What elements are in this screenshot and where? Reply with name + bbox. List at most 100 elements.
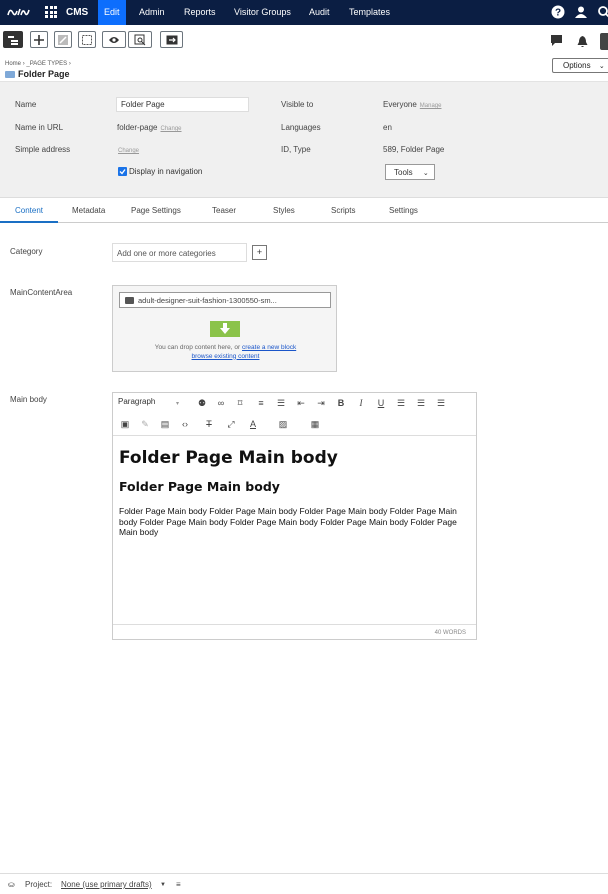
toggle-assets-pane-button[interactable] bbox=[600, 33, 608, 50]
user-icon[interactable] bbox=[574, 5, 588, 19]
nav-edit[interactable]: Edit bbox=[98, 0, 126, 25]
main-content-area-dropzone[interactable]: adult-designer-suit-fashion-1300550-sm..… bbox=[112, 285, 337, 372]
personalize-icon[interactable]: ⚉ bbox=[196, 397, 208, 409]
numbered-list-icon[interactable]: ≡ bbox=[255, 397, 267, 409]
preview-button[interactable] bbox=[102, 31, 126, 48]
content-area-item-label: adult-designer-suit-fashion-1300550-sm..… bbox=[138, 296, 277, 305]
new-content-button[interactable] bbox=[30, 31, 48, 48]
nav-audit[interactable]: Audit bbox=[303, 0, 336, 25]
align-center-icon[interactable]: ☰ bbox=[415, 397, 427, 409]
browse-existing-content-link[interactable]: browse existing content bbox=[192, 353, 260, 360]
align-right-icon[interactable]: ☰ bbox=[435, 397, 447, 409]
url-change-link[interactable]: Change bbox=[160, 126, 181, 132]
simple-address-label: Simple address bbox=[15, 145, 71, 154]
insert-image-icon[interactable]: ▣ bbox=[119, 418, 131, 430]
app-launcher-icon[interactable] bbox=[45, 6, 57, 18]
nav-reports[interactable]: Reports bbox=[178, 0, 222, 25]
format-value: Paragraph bbox=[118, 397, 156, 406]
rich-text-editor[interactable]: Paragraph ▾ ⚉ ∞ ⌑ ≡ ☰ ⇤ ⇥ B I U ☰ ☰ ☰ ▣ ✎… bbox=[112, 392, 477, 640]
bullet-list-icon[interactable]: ☰ bbox=[275, 397, 287, 409]
breadcrumb-home[interactable]: Home bbox=[5, 61, 21, 67]
simple-address-value: Change bbox=[115, 145, 139, 154]
image-icon bbox=[125, 297, 134, 304]
heading-1: Folder Page Main body bbox=[119, 448, 338, 468]
chevron-down-icon: ⌄ bbox=[422, 170, 429, 177]
text-color-icon[interactable]: A bbox=[247, 418, 259, 430]
source-code-icon[interactable]: ‹› bbox=[179, 418, 191, 430]
compare-button[interactable] bbox=[160, 31, 183, 48]
select-mode-button[interactable] bbox=[78, 31, 96, 48]
category-input[interactable]: Add one or more categories bbox=[112, 243, 247, 262]
tab-content[interactable]: Content bbox=[15, 206, 43, 215]
format-dropdown[interactable]: Paragraph ▾ bbox=[118, 397, 179, 407]
comments-icon[interactable] bbox=[550, 34, 563, 47]
id-type-value: 589, Folder Page bbox=[383, 145, 445, 154]
page-title: Folder Page bbox=[5, 69, 70, 79]
tab-styles[interactable]: Styles bbox=[273, 206, 295, 215]
chevron-down-icon: ⌄ bbox=[598, 63, 605, 70]
magnify-page-icon bbox=[134, 34, 146, 45]
underline-icon[interactable]: U bbox=[375, 397, 387, 409]
toggle-navigation-pane-button[interactable] bbox=[3, 31, 23, 48]
notifications-bell-icon[interactable] bbox=[576, 35, 589, 48]
outdent-icon[interactable]: ⇤ bbox=[295, 397, 307, 409]
breadcrumb-separator: › bbox=[68, 61, 71, 67]
bookmark-icon[interactable]: ⌑ bbox=[234, 397, 246, 409]
insert-media-icon[interactable]: ▤ bbox=[159, 418, 171, 430]
project-icon: ⛀ bbox=[8, 880, 15, 889]
add-category-button[interactable]: + bbox=[252, 245, 267, 260]
fullscreen-icon[interactable]: ⤢ bbox=[225, 418, 237, 430]
visible-to-manage-link[interactable]: Manage bbox=[420, 103, 442, 109]
background-color-icon[interactable]: ▨ bbox=[277, 418, 289, 430]
page-title-text: Folder Page bbox=[18, 69, 70, 79]
indent-icon[interactable]: ⇥ bbox=[315, 397, 327, 409]
simple-address-change-link[interactable]: Change bbox=[118, 148, 139, 154]
name-field[interactable]: Folder Page bbox=[116, 97, 249, 112]
name-in-url-label: Name in URL bbox=[15, 123, 64, 132]
content-area-item[interactable]: adult-designer-suit-fashion-1300550-sm..… bbox=[119, 292, 331, 308]
table-icon[interactable]: ▦ bbox=[309, 418, 321, 430]
tree-icon bbox=[8, 35, 18, 45]
checkbox-checked-icon bbox=[118, 167, 127, 176]
id-type-label: ID, Type bbox=[281, 145, 311, 154]
pencil-icon bbox=[58, 34, 68, 45]
display-in-navigation-checkbox[interactable]: Display in navigation bbox=[118, 167, 202, 176]
active-tab-indicator bbox=[0, 221, 58, 223]
options-button[interactable]: Options ⌄ bbox=[552, 58, 608, 73]
italic-icon[interactable]: I bbox=[355, 397, 367, 409]
project-bar: ⛀ Project: None (use primary drafts) ▼ ≡ bbox=[0, 873, 608, 894]
edit-mode-button[interactable] bbox=[54, 31, 72, 48]
product-name: CMS bbox=[66, 7, 89, 18]
clear-formatting-icon[interactable]: T bbox=[203, 418, 215, 430]
breadcrumb-page-types[interactable]: _PAGE TYPES bbox=[26, 61, 67, 67]
editor-content[interactable]: Folder Page Main body Folder Page Main b… bbox=[119, 448, 471, 538]
edit-image-icon[interactable]: ✎ bbox=[139, 418, 151, 430]
tab-teaser[interactable]: Teaser bbox=[212, 206, 236, 215]
tab-scripts[interactable]: Scripts bbox=[331, 206, 355, 215]
nav-visitor-groups[interactable]: Visitor Groups bbox=[228, 0, 297, 25]
project-selector[interactable]: None (use primary drafts) bbox=[61, 880, 152, 889]
compare-icon bbox=[166, 35, 177, 44]
tools-dropdown[interactable]: Tools ⌄ bbox=[385, 164, 435, 180]
chevron-down-icon[interactable]: ▼ bbox=[160, 882, 166, 888]
breadcrumb: Home › _PAGE TYPES › bbox=[5, 61, 71, 67]
align-left-icon[interactable]: ☰ bbox=[395, 397, 407, 409]
bold-icon[interactable]: B bbox=[335, 397, 347, 409]
project-menu-icon[interactable]: ≡ bbox=[176, 880, 181, 889]
display-in-navigation-label: Display in navigation bbox=[129, 167, 203, 176]
heading-2: Folder Page Main body bbox=[119, 479, 280, 494]
epi-logo-icon[interactable] bbox=[6, 5, 32, 19]
nav-templates[interactable]: Templates bbox=[343, 0, 396, 25]
help-icon[interactable]: ? bbox=[551, 5, 565, 19]
languages-label: Languages bbox=[281, 123, 321, 132]
link-icon[interactable]: ∞ bbox=[215, 397, 227, 409]
content-tabs: Content Metadata Page Settings Teaser St… bbox=[0, 199, 608, 223]
nav-admin[interactable]: Admin bbox=[133, 0, 171, 25]
eye-icon bbox=[109, 36, 119, 43]
create-new-block-link[interactable]: create a new block bbox=[242, 344, 296, 351]
view-settings-button[interactable] bbox=[128, 31, 152, 48]
search-icon[interactable] bbox=[597, 5, 608, 19]
tab-settings[interactable]: Settings bbox=[389, 206, 418, 215]
tab-metadata[interactable]: Metadata bbox=[72, 206, 105, 215]
tab-page-settings[interactable]: Page Settings bbox=[131, 206, 181, 215]
